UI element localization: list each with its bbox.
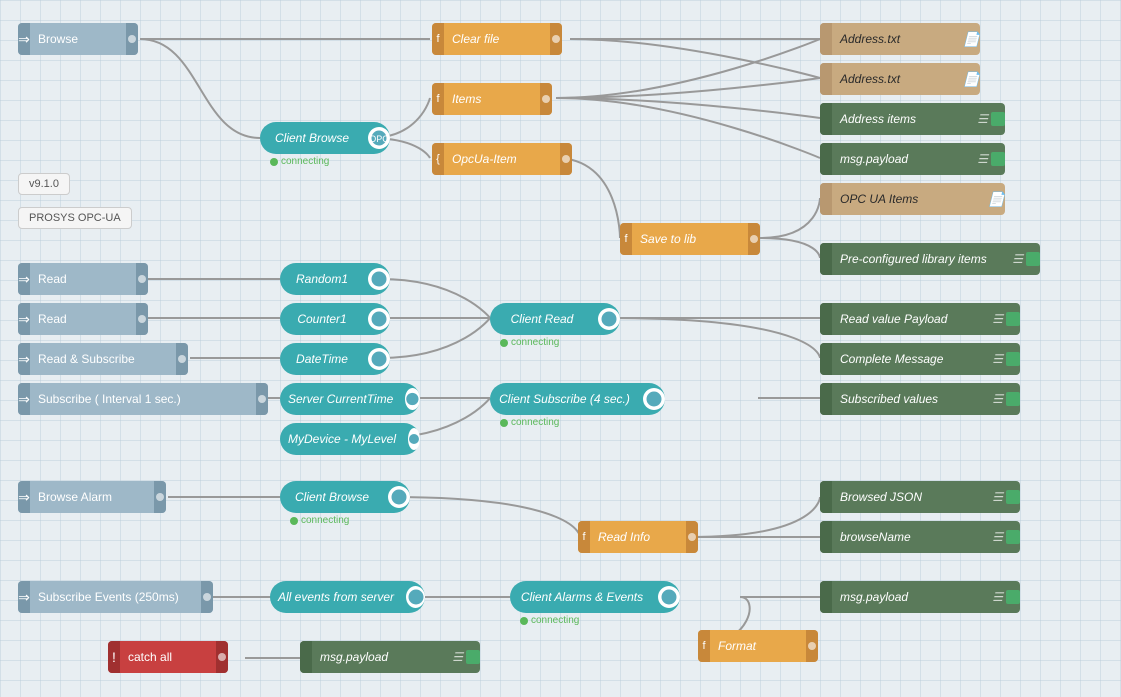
- client-alarms-node[interactable]: Client Alarms & Events: [510, 581, 680, 613]
- connecting-label-4: connecting: [290, 515, 349, 526]
- menu-icon-6: ☰: [992, 392, 1003, 406]
- connecting-label-2: connecting: [500, 337, 559, 348]
- connecting-label-1: connecting: [270, 156, 329, 167]
- browse-name-node[interactable]: browseName ☰: [820, 521, 1020, 553]
- items-func-node[interactable]: f Items: [432, 83, 552, 115]
- sq-icon-4: [1006, 312, 1020, 326]
- random1-icon: [368, 268, 390, 290]
- subscribe-interval-node[interactable]: ⇒ Subscribe ( Interval 1 sec.): [18, 383, 268, 415]
- client-browse-1-node[interactable]: Client Browse OPC: [260, 122, 390, 154]
- connecting-label-5: connecting: [520, 615, 579, 626]
- brand-badge: PROSYS OPC-UA: [18, 207, 132, 229]
- client-browse-2-node[interactable]: Client Browse: [280, 481, 410, 513]
- msg-payload-1-node[interactable]: msg.payload ☰: [820, 143, 1005, 175]
- subscribed-values-node[interactable]: Subscribed values ☰: [820, 383, 1020, 415]
- all-events-node[interactable]: All events from server: [270, 581, 425, 613]
- read-1-node[interactable]: ⇒ Read: [18, 263, 148, 295]
- read-subscribe-node[interactable]: ⇒ Read & Subscribe: [18, 343, 188, 375]
- all-events-icon: [406, 586, 425, 608]
- random1-node[interactable]: Random1: [280, 263, 390, 295]
- mydevice-icon: [408, 428, 420, 450]
- menu-icon-10: ☰: [452, 650, 463, 664]
- save-to-lib-node[interactable]: f Save to lib: [620, 223, 760, 255]
- preconfigured-node[interactable]: Pre-configured library items ☰: [820, 243, 1040, 275]
- sq-icon-10: [466, 650, 480, 664]
- client-read-icon: [598, 308, 620, 330]
- read-value-node[interactable]: Read value Payload ☰: [820, 303, 1020, 335]
- msg-payload-2-node[interactable]: msg.payload ☰: [820, 581, 1020, 613]
- opc-ua-items-node[interactable]: OPC UA Items 📄: [820, 183, 1005, 215]
- menu-icon-7: ☰: [992, 490, 1003, 504]
- client-alarms-icon: [658, 586, 680, 608]
- browse-alarm-node[interactable]: ⇒ Browse Alarm: [18, 481, 166, 513]
- sq-icon-3: [1026, 252, 1040, 266]
- address-txt-1-node[interactable]: Address.txt 📄: [820, 23, 980, 55]
- opcua-item-node[interactable]: { OpcUa-Item: [432, 143, 572, 175]
- file-icon-1: 📄: [963, 31, 980, 48]
- browse-input-node[interactable]: ⇒ Browse: [18, 23, 138, 55]
- file-icon-3: 📄: [988, 191, 1005, 208]
- read-2-node[interactable]: ⇒ Read: [18, 303, 148, 335]
- sq-icon-2: [991, 152, 1005, 166]
- file-icon-2: 📄: [963, 71, 980, 88]
- format-node[interactable]: f Format: [698, 630, 818, 662]
- client-browse-2-icon: [388, 486, 410, 508]
- svg-text:OPC: OPC: [370, 134, 388, 144]
- catch-all-node[interactable]: ! catch all: [108, 641, 228, 673]
- menu-icon-5: ☰: [992, 352, 1003, 366]
- counter1-icon: [368, 308, 390, 330]
- server-current-icon: [405, 388, 420, 410]
- address-txt-2-node[interactable]: Address.txt 📄: [820, 63, 980, 95]
- subscribe-events-node[interactable]: ⇒ Subscribe Events (250ms): [18, 581, 213, 613]
- client-subscribe-icon: [643, 388, 665, 410]
- menu-icon-1: ☰: [977, 112, 988, 126]
- sq-icon-8: [1006, 530, 1020, 544]
- menu-icon-2: ☰: [977, 152, 988, 166]
- server-current-node[interactable]: Server CurrentTime: [280, 383, 420, 415]
- mydevice-node[interactable]: MyDevice - MyLevel: [280, 423, 420, 455]
- datetime-icon: [368, 348, 390, 370]
- read-info-node[interactable]: f Read Info: [578, 521, 698, 553]
- menu-icon-4: ☰: [992, 312, 1003, 326]
- address-items-node[interactable]: Address items ☰: [820, 103, 1005, 135]
- client-subscribe-node[interactable]: Client Subscribe (4 sec.): [490, 383, 665, 415]
- client-read-node[interactable]: Client Read: [490, 303, 620, 335]
- menu-icon-3: ☰: [1012, 252, 1023, 266]
- complete-msg-node[interactable]: Complete Message ☰: [820, 343, 1020, 375]
- clear-file-node[interactable]: f Clear file: [432, 23, 562, 55]
- sq-icon-6: [1006, 392, 1020, 406]
- sq-icon-5: [1006, 352, 1020, 366]
- menu-icon-9: ☰: [992, 590, 1003, 604]
- sq-icon-7: [1006, 490, 1020, 504]
- browsed-json-node[interactable]: Browsed JSON ☰: [820, 481, 1020, 513]
- connecting-label-3: connecting: [500, 417, 559, 428]
- sq-icon-9: [1006, 590, 1020, 604]
- msg-payload-3-node[interactable]: msg.payload ☰: [300, 641, 480, 673]
- sq-icon-1: [991, 112, 1005, 126]
- client-browse-1-icon: OPC: [368, 127, 390, 149]
- menu-icon-8: ☰: [992, 530, 1003, 544]
- version-badge: v9.1.0: [18, 173, 70, 195]
- counter1-node[interactable]: Counter1: [280, 303, 390, 335]
- datetime-node[interactable]: DateTime: [280, 343, 390, 375]
